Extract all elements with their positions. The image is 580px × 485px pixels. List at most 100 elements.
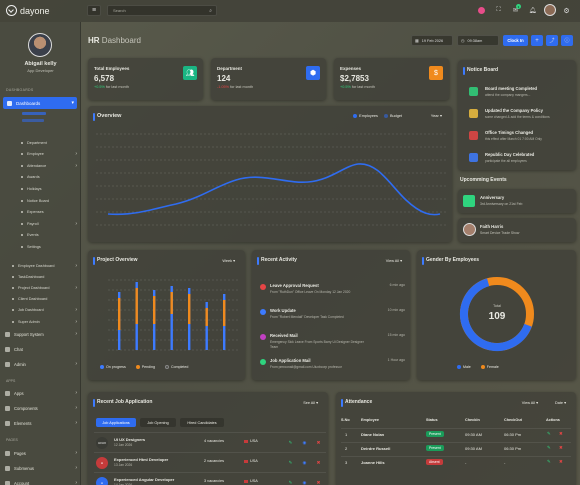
table-row[interactable]: 1 Diane Nolan Present 09:30 AM 06:30 Pm ✎ ✖ [341,428,571,439]
edit-icon[interactable]: ✎ [547,431,551,437]
sidebar-subitem[interactable]: Holidays [21,185,77,192]
tab-job-applications[interactable]: Job Applications [96,418,136,427]
edit-button[interactable]: ✎ [286,478,295,485]
notice-item[interactable]: Board meeting Completed attend the compan… [463,81,573,105]
legend-pending: Pending [141,365,155,369]
sidebar-item-chat[interactable]: Chat [5,345,77,353]
delete-button[interactable]: ✖ [314,438,323,447]
job-date: 13 Jan 2026 [114,463,133,467]
activity-item[interactable]: Leave Approval Request From "RuthDun" Off… [260,282,405,304]
user-avatar[interactable] [28,33,52,57]
stat-delta-row: +0.5% for last month [94,85,129,89]
activity-view-all[interactable]: View All ▾ [386,258,402,263]
sidebar-subitem[interactable]: Settings [21,243,77,250]
sidebar-item-submenus[interactable]: Submenus › [5,464,77,472]
project-period-select[interactable]: Week ▾ [222,258,235,263]
table-row[interactable]: 2 Deirdre Russell Present 09:30 AM 06:30 Pm ✎… [341,442,571,453]
share-button[interactable]: ⤴ [546,35,558,46]
sidebar-subitem[interactable]: Department [21,139,77,146]
sidebar-item-dashboards[interactable]: Dashboards ▾ [3,97,77,109]
table-row[interactable]: A Experienced Angular Developer 14 Jan 202… [94,472,326,485]
sidebar-item-account[interactable]: Account › [5,479,77,485]
attendance-view-all[interactable]: View All ▾ [522,400,538,405]
date-display[interactable]: ▦ 19 Feb 2026 [411,35,453,46]
sidebar-dashboard-item[interactable]: Job Dashboard › [12,307,77,314]
table-row[interactable]: UI/UX UI UX Designers 12 Jan 2026 4 vacanci… [94,432,326,452]
sidebar-subitem-label: Project Dashboard [18,285,50,290]
sidebar-subitem[interactable]: Awards [21,174,77,181]
view-all-label: View All [385,259,400,263]
menu-toggle-button[interactable]: ≡ [87,5,101,16]
time-display[interactable]: ◷ 09:38am [457,35,499,46]
sidebar-subitem[interactable]: Employee › [21,151,77,158]
settings-button[interactable]: ⚙ [561,5,572,16]
sidebar-dashboard-item[interactable]: TaskDashboard [12,273,77,280]
sidebar-item-label: Apps [14,390,24,396]
event-item[interactable]: Anniversary 3rd Anniversary on 21st Feb [458,189,576,213]
sidebar-subitem[interactable]: Payroll › [21,220,77,227]
theme-button[interactable] [476,5,487,16]
sidebar-dashboard-item[interactable]: Client Dashboard [12,296,77,303]
view-button[interactable]: ◉ [300,478,309,485]
edit-button[interactable]: ✎ [286,438,295,447]
fullscreen-button[interactable]: ⛶ [493,5,504,16]
sidebar-dashboard-item[interactable]: Super Admin › [12,318,77,325]
job-country-label: USA [250,479,258,483]
edit-icon[interactable]: ✎ [547,459,551,465]
notice-item[interactable]: Republic Day Celebrated participate the a… [463,147,573,171]
title-accent [93,257,95,265]
view-button[interactable]: ◉ [300,438,309,447]
info-button[interactable]: ⓘ [561,35,573,46]
activity-time: 6 min ago [389,283,405,287]
event-item[interactable]: Faith Harris Smart Device Trade Show [458,218,576,242]
sidebar-item-label: Support System [14,331,44,337]
sidebar-item-apps[interactable]: Apps › [5,389,77,397]
legend-dot-completed [164,365,169,369]
edit-button[interactable]: ✎ [286,458,295,467]
sidebar-item-components[interactable]: Components › [5,404,77,412]
sidebar-item-support[interactable]: Support System › [5,330,77,338]
sidebar-item-label: Chat [14,346,23,352]
sidebar-item-pages[interactable]: Pages › [5,449,77,457]
notice-item[interactable]: Updated the Company Policy some changed &… [463,103,573,127]
add-button[interactable]: + [531,35,543,46]
delete-icon[interactable]: ✖ [559,431,563,437]
job-logo: UI/UX [96,437,108,449]
sidebar-item-label: Submenus [14,465,35,471]
brand-logo[interactable]: dayone [6,5,50,16]
activity-desc: From "Robert Mendall" Developer Task Com… [270,315,344,319]
tab-hired-candidates[interactable]: Hired Candidates [180,418,224,427]
sidebar-subitem[interactable]: Expenses [21,209,77,216]
view-button[interactable]: ◉ [300,458,309,467]
delete-icon[interactable]: ✖ [559,445,563,451]
jobs-see-all[interactable]: See All ▾ [303,400,318,405]
overview-period-select[interactable]: Year ▾ [431,113,442,118]
clock-in-button[interactable]: Clock In [503,35,528,46]
notice-item-desc: participate the all employees [485,159,527,163]
activity-item[interactable]: Job Application Mail From pmroonail@gmail… [260,357,405,379]
notifications-button[interactable]: 🔔︎ [527,5,538,16]
sidebar-item-elements[interactable]: Elements › [5,419,77,427]
attendance-date-filter[interactable]: Date ▾ [555,400,566,405]
table-row[interactable]: H Experienced Html Developer 13 Jan 2026 2 … [94,452,326,472]
messages-button[interactable]: ✉ 3 [510,4,521,16]
tab-job-opening[interactable]: Job Opening [140,418,176,427]
sidebar-item-admin[interactable]: Admin › [5,360,77,368]
edit-icon[interactable]: ✎ [547,445,551,451]
notice-item[interactable]: Office Timings Changed this effect after … [463,125,573,149]
sidebar-dashboard-item[interactable]: Employee Dashboard › [12,262,77,269]
delete-button[interactable]: ✖ [314,458,323,467]
activity-desc: From pmroonail@gmail.com Uiuxbcorp profe… [270,365,342,369]
table-row[interactable]: 3 Joanne Hills Absent - - ✎ ✖ [341,456,571,467]
search-input[interactable]: Search ⌕ [107,5,217,16]
activity-item[interactable]: Received Mail Emergency Sick Leave From S… [260,332,405,354]
sidebar-subitem[interactable]: Notice Board [21,197,77,204]
header-avatar[interactable] [544,4,556,16]
activity-item[interactable]: Work Update From "Robert Mendall" Develop… [260,307,405,329]
chevron-right-icon: › [75,361,77,367]
delete-button[interactable]: ✖ [314,478,323,485]
delete-icon[interactable]: ✖ [559,459,563,465]
sidebar-dashboard-item[interactable]: Project Dashboard › [12,284,77,291]
sidebar-subitem[interactable]: Events [21,232,77,239]
sidebar-subitem[interactable]: Attendance › [21,162,77,169]
